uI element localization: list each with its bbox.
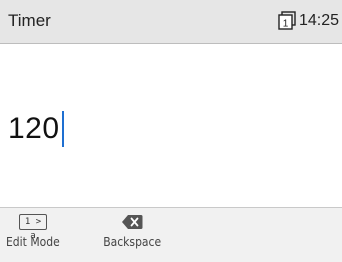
backspace-label: Backspace — [103, 235, 161, 249]
page-title: Timer — [8, 11, 51, 30]
sim-number: 1 — [283, 19, 289, 30]
backspace-button[interactable]: Backspace — [96, 214, 168, 249]
sim-card-1-icon: 1 — [278, 11, 296, 30]
edit-mode-label: Edit Mode — [6, 235, 60, 249]
timer-editor: 120 — [0, 44, 342, 207]
backspace-icon — [122, 215, 143, 229]
clock: 14:25 — [298, 11, 339, 29]
title-bar: Timer 1 14:25 — [0, 0, 342, 44]
input-mode-icon: 1 > a — [19, 214, 47, 241]
softkey-bar: 1 > a Edit Mode Backspace — [0, 207, 342, 262]
status-area: 1 14:25 — [278, 11, 339, 30]
edit-mode-button[interactable]: 1 > a Edit Mode — [3, 214, 63, 249]
timer-input[interactable]: 120 — [8, 110, 64, 148]
timer-input-value: 120 — [8, 112, 60, 145]
text-caret — [61, 111, 64, 147]
